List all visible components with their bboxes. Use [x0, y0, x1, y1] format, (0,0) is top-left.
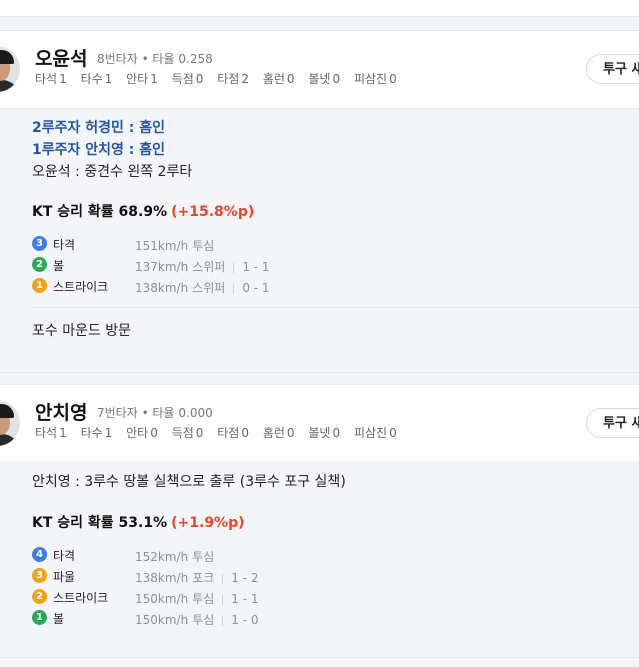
play-description: 오윤석 : 중견수 왼쪽 2루타: [32, 164, 193, 180]
pitch-row: 2 스트라이크 150km/h 투심 1 - 1: [32, 587, 592, 607]
pitch-number-badge: 2: [32, 589, 47, 604]
pitch-row: 1 볼 150km/h 투심 1 - 0: [32, 608, 592, 628]
pitch-number-badge: 2: [32, 257, 47, 272]
win-prob-delta: (+1.9%p): [171, 515, 245, 531]
ball-strike-count: 0 - 1: [242, 281, 270, 295]
stat-item: 타점 0: [217, 426, 249, 440]
win-probability: KT 승리 확률 53.1% (+1.9%p): [32, 512, 632, 532]
ball-strike-count: 1 - 2: [231, 571, 259, 585]
pitch-speed: 151km/h: [135, 239, 189, 253]
pitch-view-button[interactable]: 투구 새: [586, 408, 639, 438]
stat-item: 득점 0: [171, 72, 204, 86]
stat-item: 타수 1: [80, 72, 113, 86]
pitch-result: 스트라이크: [53, 280, 109, 294]
pitch-type: 포크: [192, 571, 215, 585]
stat-item: 타석 1: [35, 426, 67, 440]
pitch-row: 4 타격 152km/h 투심: [32, 545, 592, 565]
stat-item: 안타 1: [126, 72, 158, 86]
win-prob-label: KT 승리 확률 68.9%: [32, 204, 168, 220]
batting-info: 7번타자 • 타율 0.000: [97, 406, 213, 420]
separator: [222, 615, 224, 626]
separator: [233, 283, 235, 294]
separator: [222, 594, 224, 605]
batting-info: 8번타자 • 타율 0.258: [97, 52, 213, 66]
batting-order: 8번타자: [97, 52, 138, 66]
pitch-type: 투심: [192, 239, 215, 253]
ball-strike-count: 1 - 0: [231, 613, 259, 627]
pitch-number-badge: 3: [32, 568, 47, 583]
win-prob-delta: (+15.8%p): [171, 204, 255, 220]
pitch-result: 볼: [53, 612, 65, 626]
pitch-result: 파울: [53, 570, 76, 584]
pitch-speed: 138km/h: [135, 281, 189, 295]
play-details: 안치영 : 3루수 땅볼 실책으로 출루 (3루수 포구 실책): [32, 471, 632, 493]
batting-average: 타율 0.258: [152, 52, 213, 66]
batter-stats: 타석 1 타수 1 안타 0 득점 0 타점 0 홈런 0 볼넷 0 피삼진 0: [35, 424, 407, 441]
batting-average: 타율 0.000: [152, 406, 213, 420]
ball-strike-count: 1 - 1: [242, 260, 270, 274]
play-card: 안치영 7번타자 • 타율 0.000 타석 1 타수 1 안타 0 득점 0 타점 0 …: [0, 384, 639, 658]
stat-item: 안타 0: [126, 426, 158, 440]
player-name[interactable]: 안치영: [35, 398, 87, 425]
player-avatar: [0, 46, 20, 92]
win-prob-label: KT 승리 확률 53.1%: [32, 515, 168, 531]
batter-header: 오윤석 8번타자 • 타율 0.258 타석 1 타수 1 안타 1 득점 0 타점 2 …: [0, 31, 639, 109]
pitch-row: 1 스트라이크 138km/h 스위퍼 0 - 1: [32, 276, 592, 296]
stat-item: 득점 0: [171, 426, 204, 440]
player-avatar: [0, 400, 20, 446]
pitch-number-badge: 1: [32, 278, 47, 293]
pitch-type: 투심: [192, 550, 215, 564]
separator: [222, 573, 224, 584]
batter-header: 안치영 7번타자 • 타율 0.000 타석 1 타수 1 안타 0 득점 0 타점 0 …: [0, 385, 639, 463]
game-note: 포수 마운드 방문: [32, 320, 632, 340]
note-text: 포수 마운드 방문: [32, 323, 132, 339]
pitch-number-badge: 3: [32, 236, 47, 251]
pitch-type: 스위퍼: [192, 281, 226, 295]
runner-event: 2루주자 허경민 : 홈인: [32, 120, 166, 136]
pitch-speed: 152km/h: [135, 550, 189, 564]
separator: [233, 262, 235, 273]
pitch-list: 4 타격 152km/h 투심 3 파울 138km/h 포크 1 - 2 2 스트라…: [32, 545, 632, 635]
stat-item: 타점 2: [217, 72, 249, 86]
pitch-number-badge: 1: [32, 610, 47, 625]
pitch-row: 3 타격 151km/h 투심: [32, 234, 592, 254]
stat-item: 볼넷 0: [308, 426, 341, 440]
player-name[interactable]: 오윤석: [35, 44, 87, 71]
pitch-type: 투심: [192, 613, 215, 627]
pitch-row: 3 파울 138km/h 포크 1 - 2: [32, 566, 592, 586]
pitch-result: 볼: [53, 259, 65, 273]
play-card: 오윤석 8번타자 • 타율 0.258 타석 1 타수 1 안타 1 득점 0 타점 2 …: [0, 30, 639, 373]
pitch-result: 타격: [53, 549, 76, 563]
pitch-row: 2 볼 137km/h 스위퍼 1 - 1: [32, 255, 592, 275]
previous-card-bottom: [0, 0, 639, 17]
pitch-result: 스트라이크: [53, 591, 109, 605]
pitch-number-badge: 4: [32, 547, 47, 562]
stat-item: 피삼진 0: [353, 72, 397, 86]
ball-strike-count: 1 - 1: [231, 592, 259, 606]
pitch-result: 타격: [53, 238, 76, 252]
pitch-type: 투심: [192, 592, 215, 606]
divider: [32, 307, 639, 308]
pitch-list: 3 타격 151km/h 투심 2 볼 137km/h 스위퍼 1 - 1 1 스트라…: [32, 234, 632, 304]
stat-item: 타수 1: [80, 426, 113, 440]
play-details: 2루주자 허경민 : 홈인 1루주자 안치영 : 홈인 오윤석 : 중견수 왼쪽…: [32, 117, 632, 183]
stat-item: 피삼진 0: [353, 426, 397, 440]
pitch-speed: 138km/h: [135, 571, 189, 585]
stat-item: 홈런 0: [262, 72, 295, 86]
pitch-speed: 150km/h: [135, 592, 189, 606]
pitch-speed: 150km/h: [135, 613, 189, 627]
pitch-view-button[interactable]: 투구 새: [586, 54, 639, 84]
stat-item: 볼넷 0: [308, 72, 341, 86]
play-description: 안치영 : 3루수 땅볼 실책으로 출루 (3루수 포구 실책): [32, 474, 346, 490]
pitch-speed: 137km/h: [135, 260, 189, 274]
runner-event: 1루주자 안치영 : 홈인: [32, 142, 166, 158]
win-probability: KT 승리 확률 68.9% (+15.8%p): [32, 201, 632, 221]
batter-stats: 타석 1 타수 1 안타 1 득점 0 타점 2 홈런 0 볼넷 0 피삼진 0: [35, 70, 407, 87]
stat-item: 홈런 0: [262, 426, 295, 440]
pitch-type: 스위퍼: [192, 260, 226, 274]
stat-item: 타석 1: [35, 72, 67, 86]
batting-order: 7번타자: [97, 406, 138, 420]
